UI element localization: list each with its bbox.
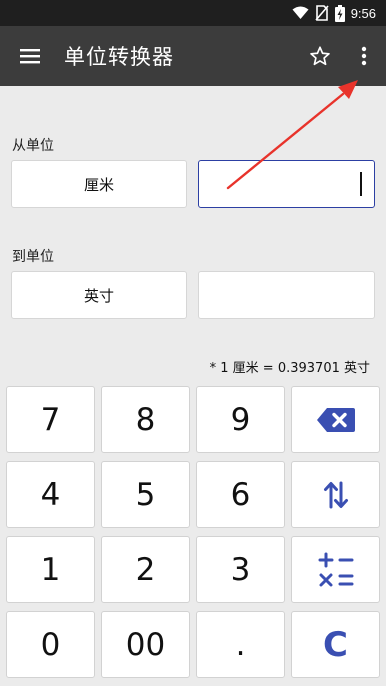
to-value-field[interactable] (198, 271, 375, 319)
swap-units-key[interactable] (291, 461, 380, 528)
more-vert-icon (361, 46, 367, 66)
key-0[interactable]: 0 (6, 611, 95, 678)
key-2[interactable]: 2 (101, 536, 190, 603)
status-bar: 9:56 (0, 0, 386, 26)
key-4[interactable]: 4 (6, 461, 95, 528)
backspace-key[interactable] (291, 386, 380, 453)
app-bar: 单位转换器 (0, 26, 386, 86)
key-decimal[interactable]: . (196, 611, 285, 678)
calculator-operators-icon (318, 552, 353, 586)
from-value-field[interactable] (198, 160, 375, 208)
wifi-icon (292, 6, 309, 19)
from-unit-selector[interactable]: 厘米 (11, 160, 187, 208)
to-unit-label: 到单位 (12, 249, 54, 265)
key-8[interactable]: 8 (101, 386, 190, 453)
no-sim-icon (315, 5, 329, 21)
key-9[interactable]: 9 (196, 386, 285, 453)
swap-vertical-icon (323, 481, 348, 508)
key-00[interactable]: 00 (101, 611, 190, 678)
app-title: 单位转换器 (64, 45, 174, 69)
conversion-note: * 1 厘米 = 0.393701 英寸 (209, 361, 370, 376)
text-cursor (360, 172, 362, 196)
calculator-operators-key[interactable] (291, 536, 380, 603)
backspace-icon (316, 407, 355, 432)
hamburger-menu-button[interactable] (0, 26, 60, 86)
battery-charging-icon (334, 4, 345, 22)
favorite-button[interactable] (297, 26, 342, 86)
hamburger-menu-icon (20, 49, 40, 64)
key-5[interactable]: 5 (101, 461, 190, 528)
star-outline-icon (309, 46, 330, 66)
key-3[interactable]: 3 (196, 536, 285, 603)
overflow-menu-button[interactable] (342, 26, 386, 86)
clear-key[interactable]: C (291, 611, 380, 678)
key-6[interactable]: 6 (196, 461, 285, 528)
key-7[interactable]: 7 (6, 386, 95, 453)
from-unit-label: 从单位 (12, 138, 54, 154)
status-time: 9:56 (350, 5, 376, 21)
to-unit-selector[interactable]: 英寸 (11, 271, 187, 319)
key-1[interactable]: 1 (6, 536, 95, 603)
